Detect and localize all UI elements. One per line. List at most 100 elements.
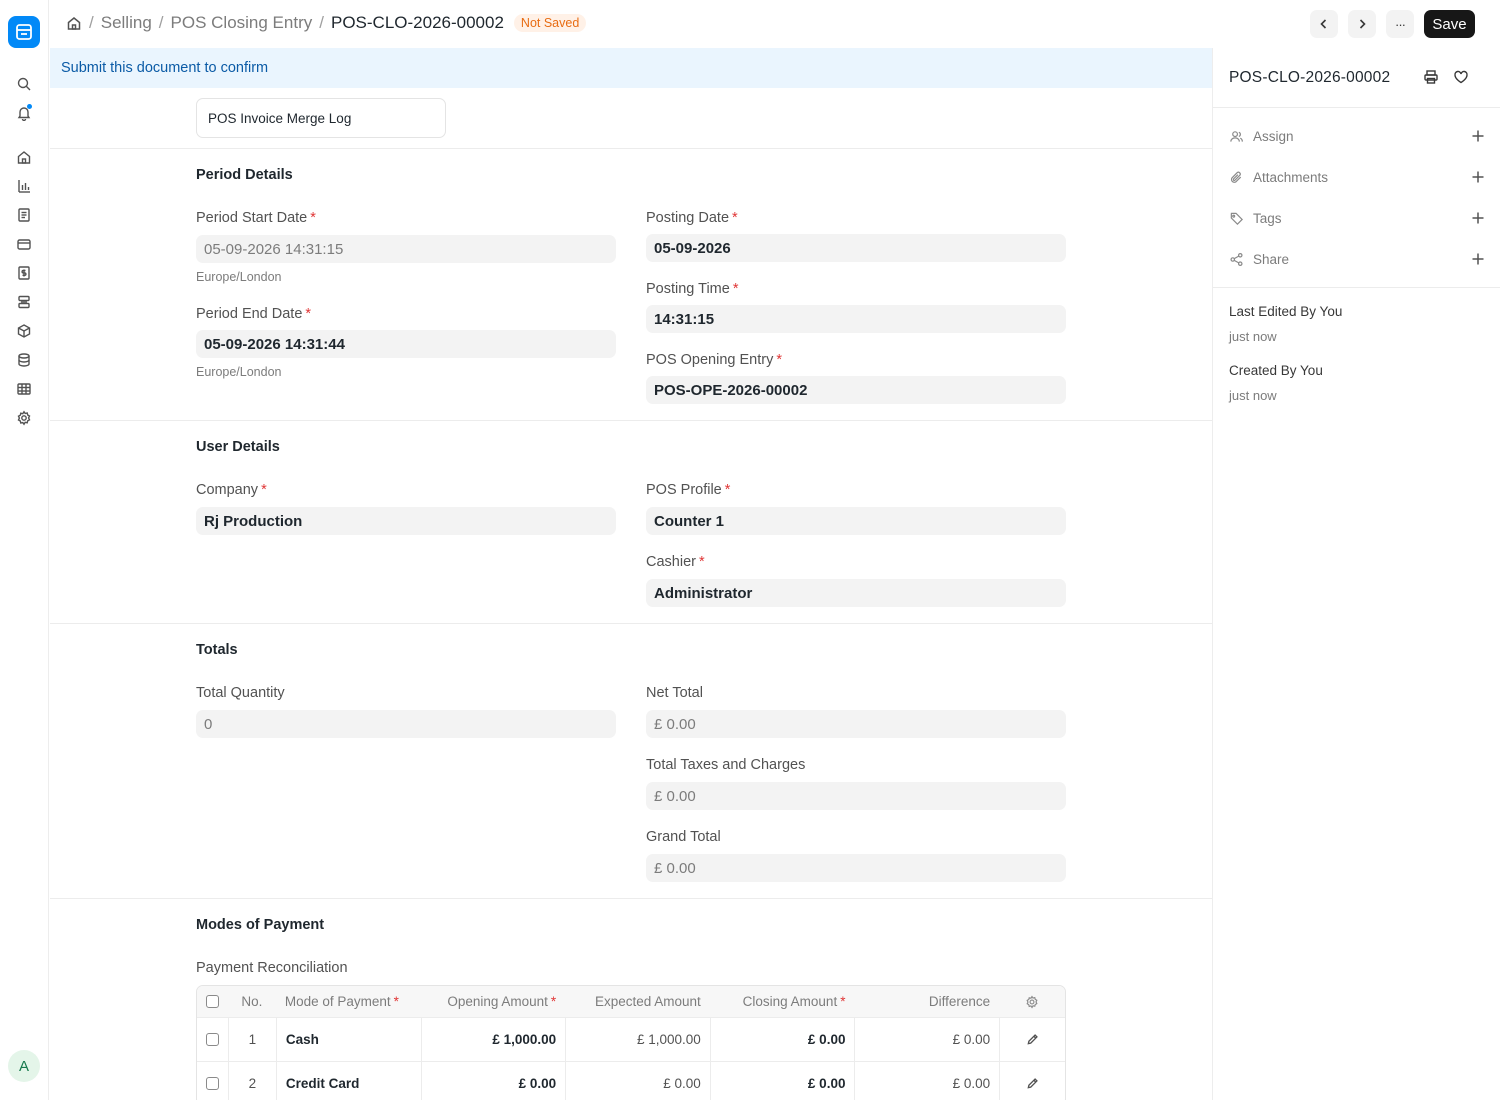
edit-row-icon[interactable] [999,1062,1065,1100]
column-header-opening: Opening Amount * [447,994,557,1009]
opening-amount-cell[interactable]: £ 1,000.00 [420,1018,566,1061]
difference-cell: £ 0.00 [854,1062,999,1100]
company-field[interactable]: Rj Production [196,507,616,535]
card-icon[interactable] [15,235,33,253]
add-share-icon[interactable] [1471,252,1485,266]
section-divider [50,420,1212,421]
net-total-label: Net Total [646,685,703,701]
bell-icon[interactable] [15,104,33,122]
posting-date-field[interactable]: 05-09-2026 [646,234,1066,262]
payment-reconciliation-label: Payment Reconciliation [196,960,348,976]
database-icon[interactable] [15,351,33,369]
mode-of-payment-cell[interactable]: Credit Card [275,1062,421,1100]
net-total-field[interactable]: £ 0.00 [646,710,1066,738]
opening-amount-cell[interactable]: £ 0.00 [420,1062,566,1100]
period-start-label: Period Start Date * [196,210,316,226]
pos-opening-entry-label: POS Opening Entry * [646,352,782,368]
heart-icon[interactable] [1453,69,1470,86]
pos-profile-field[interactable]: Counter 1 [646,507,1066,535]
expected-amount-cell: £ 1,000.00 [565,1018,710,1061]
row-checkbox[interactable] [205,1077,219,1090]
row-number: 2 [227,1062,276,1100]
bar-chart-icon[interactable] [15,177,33,195]
period-end-field[interactable]: 05-09-2026 14:31:44 [196,330,616,358]
printer-icon[interactable] [1423,69,1440,86]
required-mark: * [732,210,738,226]
table-header: No. Mode of Payment * Opening Amount * Exp… [197,986,1065,1017]
app-logo[interactable] [8,16,40,48]
column-settings-icon[interactable] [999,986,1065,1017]
last-edited-time: just now [1229,329,1277,344]
pos-opening-entry-field[interactable]: POS-OPE-2026-00002 [646,376,1066,404]
app-root: A / Selling / POS Closing Entry / POS-CL… [0,0,1500,1100]
created-time: just now [1229,388,1277,403]
column-header-expected: Expected Amount [594,994,701,1009]
closing-amount-cell[interactable]: £ 0.00 [709,1018,855,1061]
company-label: Company * [196,482,267,498]
closing-amount-cell[interactable]: £ 0.00 [709,1062,855,1100]
edit-row-icon[interactable] [999,1018,1065,1061]
section-divider [50,898,1212,899]
table-row[interactable]: 2 Credit Card £ 0.00 £ 0.00 £ 0.00 £ 0.0… [197,1061,1065,1100]
breadcrumb-separator: / [89,13,94,32]
table-icon[interactable] [15,380,33,398]
add-attachment-icon[interactable] [1471,170,1485,184]
cashier-field[interactable]: Administrator [646,579,1066,607]
period-start-field[interactable]: 05-09-2026 14:31:15 [196,235,616,263]
next-button[interactable] [1348,10,1376,38]
user-details-heading: User Details [196,439,280,455]
period-end-label: Period End Date * [196,306,312,322]
save-button[interactable]: Save [1424,10,1475,38]
row-checkbox[interactable] [205,1033,219,1046]
document-sidebar: POS-CLO-2026-00002 Assign Attachments Ta… [1212,48,1500,1100]
billing-icon[interactable] [15,264,33,282]
assign-row[interactable]: Assign [1229,124,1485,148]
breadcrumb-pos-closing-entry[interactable]: POS Closing Entry [171,13,313,33]
column-header-difference: Difference [928,994,991,1009]
pos-invoice-merge-log-button[interactable]: POS Invoice Merge Log [196,98,446,138]
paperclip-icon [1229,170,1244,185]
more-actions-button[interactable]: ··· [1386,10,1414,38]
total-quantity-field[interactable]: 0 [196,710,616,738]
posting-time-label: Posting Time * [646,281,739,297]
document-icon[interactable] [15,206,33,224]
avatar[interactable]: A [8,1050,40,1082]
share-label: Share [1253,251,1290,267]
required-mark: * [261,482,267,498]
select-all-cell [197,986,228,1017]
search-icon[interactable] [15,75,33,93]
home-icon[interactable] [15,148,33,166]
posting-time-field[interactable]: 14:31:15 [646,305,1066,333]
mode-of-payment-cell[interactable]: Cash [275,1018,421,1061]
attachments-label: Attachments [1253,169,1329,185]
last-edited-label: Last Edited By You [1229,304,1343,319]
sidebar-divider [1213,107,1500,108]
required-mark: * [724,482,731,498]
gear-icon[interactable] [15,409,33,427]
cashier-label: Cashier * [646,554,705,570]
package-icon[interactable] [15,322,33,340]
required-mark: * [840,994,846,1009]
app-logo-icon [16,24,32,40]
left-rail: A [0,0,49,1100]
attachments-row[interactable]: Attachments [1229,165,1485,189]
select-all-checkbox[interactable] [205,995,219,1008]
breadcrumb-selling[interactable]: Selling [101,13,152,33]
period-start-timezone: Europe/London [196,270,282,284]
grand-total-field[interactable]: £ 0.00 [646,854,1066,882]
total-quantity-label: Total Quantity [196,685,285,701]
add-assign-icon[interactable] [1471,129,1485,143]
total-taxes-label: Total Taxes and Charges [646,757,806,773]
add-tag-icon[interactable] [1471,211,1485,225]
stack-icon[interactable] [15,293,33,311]
breadcrumb-home-icon[interactable] [66,15,82,31]
total-taxes-field[interactable]: £ 0.00 [646,782,1066,810]
tags-row[interactable]: Tags [1229,206,1485,230]
previous-button[interactable] [1310,10,1338,38]
required-mark: * [732,281,739,297]
share-icon [1229,252,1244,267]
share-row[interactable]: Share [1229,247,1485,271]
grand-total-label: Grand Total [646,829,721,845]
period-details-heading: Period Details [196,167,293,183]
table-row[interactable]: 1 Cash £ 1,000.00 £ 1,000.00 £ 0.00 £ 0.… [197,1017,1065,1061]
